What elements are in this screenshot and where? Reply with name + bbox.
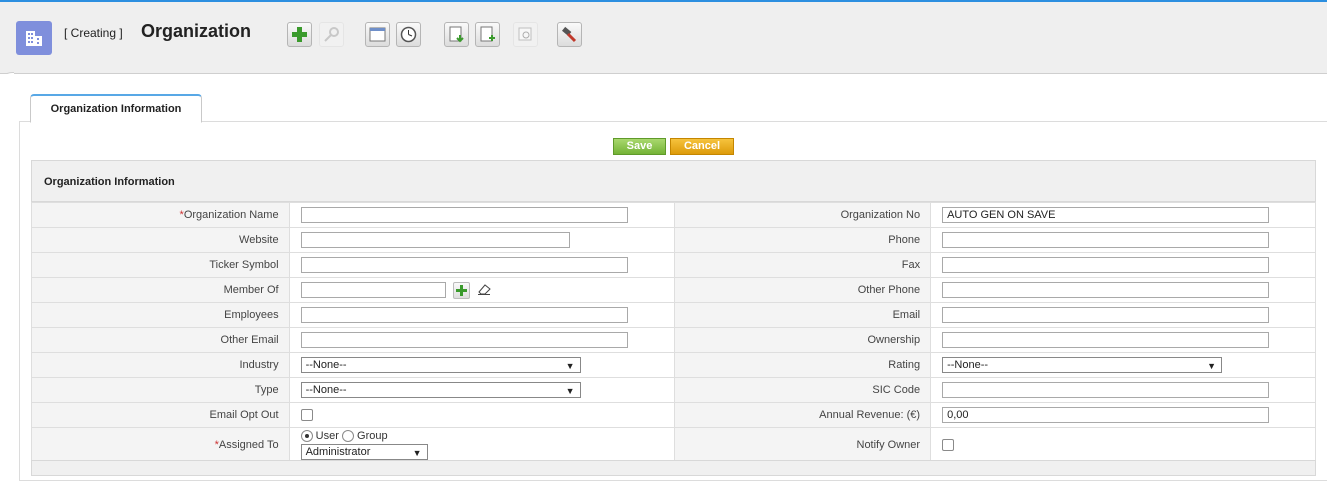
- phone-input[interactable]: [942, 232, 1270, 248]
- bottom-section-band: [31, 460, 1316, 476]
- search-icon[interactable]: [319, 22, 344, 47]
- chevron-down-icon: ▼: [412, 448, 422, 458]
- save-button[interactable]: Save: [613, 138, 666, 155]
- content-area: Organization Information Save Cancel Org…: [0, 74, 1327, 481]
- organization-form: *Organization Name Organization No Websi…: [31, 202, 1316, 462]
- annual-revenue-label: Annual Revenue: (€): [674, 402, 932, 428]
- member-of-label: Member Of: [31, 277, 290, 303]
- import-icon[interactable]: [444, 22, 469, 47]
- form-row: Email Opt Out Annual Revenue: (€): [31, 402, 1316, 428]
- website-input[interactable]: [300, 232, 570, 248]
- assign-group-label: Group: [357, 430, 388, 442]
- form-row: Ticker Symbol Fax: [31, 252, 1316, 278]
- form-row: Type --None-- ▼ SIC Code: [31, 377, 1316, 403]
- sic-code-input[interactable]: [942, 382, 1270, 398]
- add-icon[interactable]: [287, 22, 312, 47]
- annual-revenue-input[interactable]: [942, 407, 1270, 423]
- email-opt-out-label: Email Opt Out: [31, 402, 290, 428]
- notify-owner-checkbox[interactable]: [942, 438, 955, 451]
- clear-eraser-icon[interactable]: [476, 282, 492, 299]
- phone-label: Phone: [674, 227, 932, 253]
- assigned-to-label: *Assigned To: [31, 427, 290, 462]
- assign-user-radio[interactable]: [300, 430, 313, 443]
- form-row: *Organization Name Organization No: [31, 202, 1316, 228]
- section-header: Organization Information: [31, 160, 1316, 202]
- ticker-symbol-label: Ticker Symbol: [31, 252, 290, 278]
- chevron-down-icon: ▼: [565, 386, 575, 396]
- page-title: Organization: [141, 21, 252, 41]
- fax-input[interactable]: [942, 257, 1270, 273]
- ownership-label: Ownership: [674, 327, 932, 353]
- organization-building-icon[interactable]: [16, 21, 52, 55]
- organization-no-input[interactable]: [942, 207, 1270, 223]
- rating-label: Rating: [674, 352, 932, 378]
- settings-hammer-icon[interactable]: [557, 22, 582, 47]
- add-parent-icon[interactable]: [452, 281, 470, 299]
- other-email-input[interactable]: [300, 332, 628, 348]
- form-row: Website Phone: [31, 227, 1316, 253]
- organization-name-input[interactable]: [300, 207, 628, 223]
- industry-select[interactable]: --None-- ▼: [300, 357, 581, 373]
- calendar-icon[interactable]: [365, 22, 390, 47]
- form-row: *Assigned To User Group Administrator ▼ N…: [31, 427, 1316, 462]
- member-of-input[interactable]: [300, 282, 446, 298]
- rating-select[interactable]: --None-- ▼: [942, 357, 1223, 373]
- find-duplicates-icon[interactable]: [513, 22, 538, 47]
- other-phone-label: Other Phone: [674, 277, 932, 303]
- export-icon[interactable]: [475, 22, 500, 47]
- organization-no-label: Organization No: [674, 202, 932, 228]
- email-opt-out-checkbox[interactable]: [300, 409, 313, 422]
- other-phone-input[interactable]: [942, 282, 1270, 298]
- ownership-input[interactable]: [942, 332, 1270, 348]
- chevron-down-icon: ▼: [1207, 361, 1217, 371]
- organization-name-label: *Organization Name: [31, 202, 290, 228]
- ticker-symbol-input[interactable]: [300, 257, 628, 273]
- other-email-label: Other Email: [31, 327, 290, 353]
- assign-group-radio[interactable]: [341, 430, 354, 443]
- employees-input[interactable]: [300, 307, 628, 323]
- form-row: Other Email Ownership: [31, 327, 1316, 353]
- assign-user-label: User: [315, 430, 339, 442]
- cancel-button[interactable]: Cancel: [670, 138, 734, 155]
- email-input[interactable]: [942, 307, 1270, 323]
- page-header: [ Creating ] Organization: [0, 2, 1327, 74]
- email-label: Email: [674, 302, 932, 328]
- employees-label: Employees: [31, 302, 290, 328]
- type-label: Type: [31, 377, 290, 403]
- chevron-down-icon: ▼: [565, 361, 575, 371]
- mode-label: [ Creating ]: [64, 26, 123, 40]
- tab-organization-information[interactable]: Organization Information: [30, 94, 202, 123]
- website-label: Website: [31, 227, 290, 253]
- form-row: Employees Email: [31, 302, 1316, 328]
- assigned-user-select[interactable]: Administrator ▼: [300, 444, 428, 460]
- form-row: Member Of Other Phone: [31, 277, 1316, 303]
- fax-label: Fax: [674, 252, 932, 278]
- form-row: Industry --None-- ▼ Rating --None-- ▼: [31, 352, 1316, 378]
- type-select[interactable]: --None-- ▼: [300, 382, 581, 398]
- notify-owner-label: Notify Owner: [674, 427, 932, 462]
- sic-code-label: SIC Code: [674, 377, 932, 403]
- industry-label: Industry: [31, 352, 290, 378]
- clock-icon[interactable]: [396, 22, 421, 47]
